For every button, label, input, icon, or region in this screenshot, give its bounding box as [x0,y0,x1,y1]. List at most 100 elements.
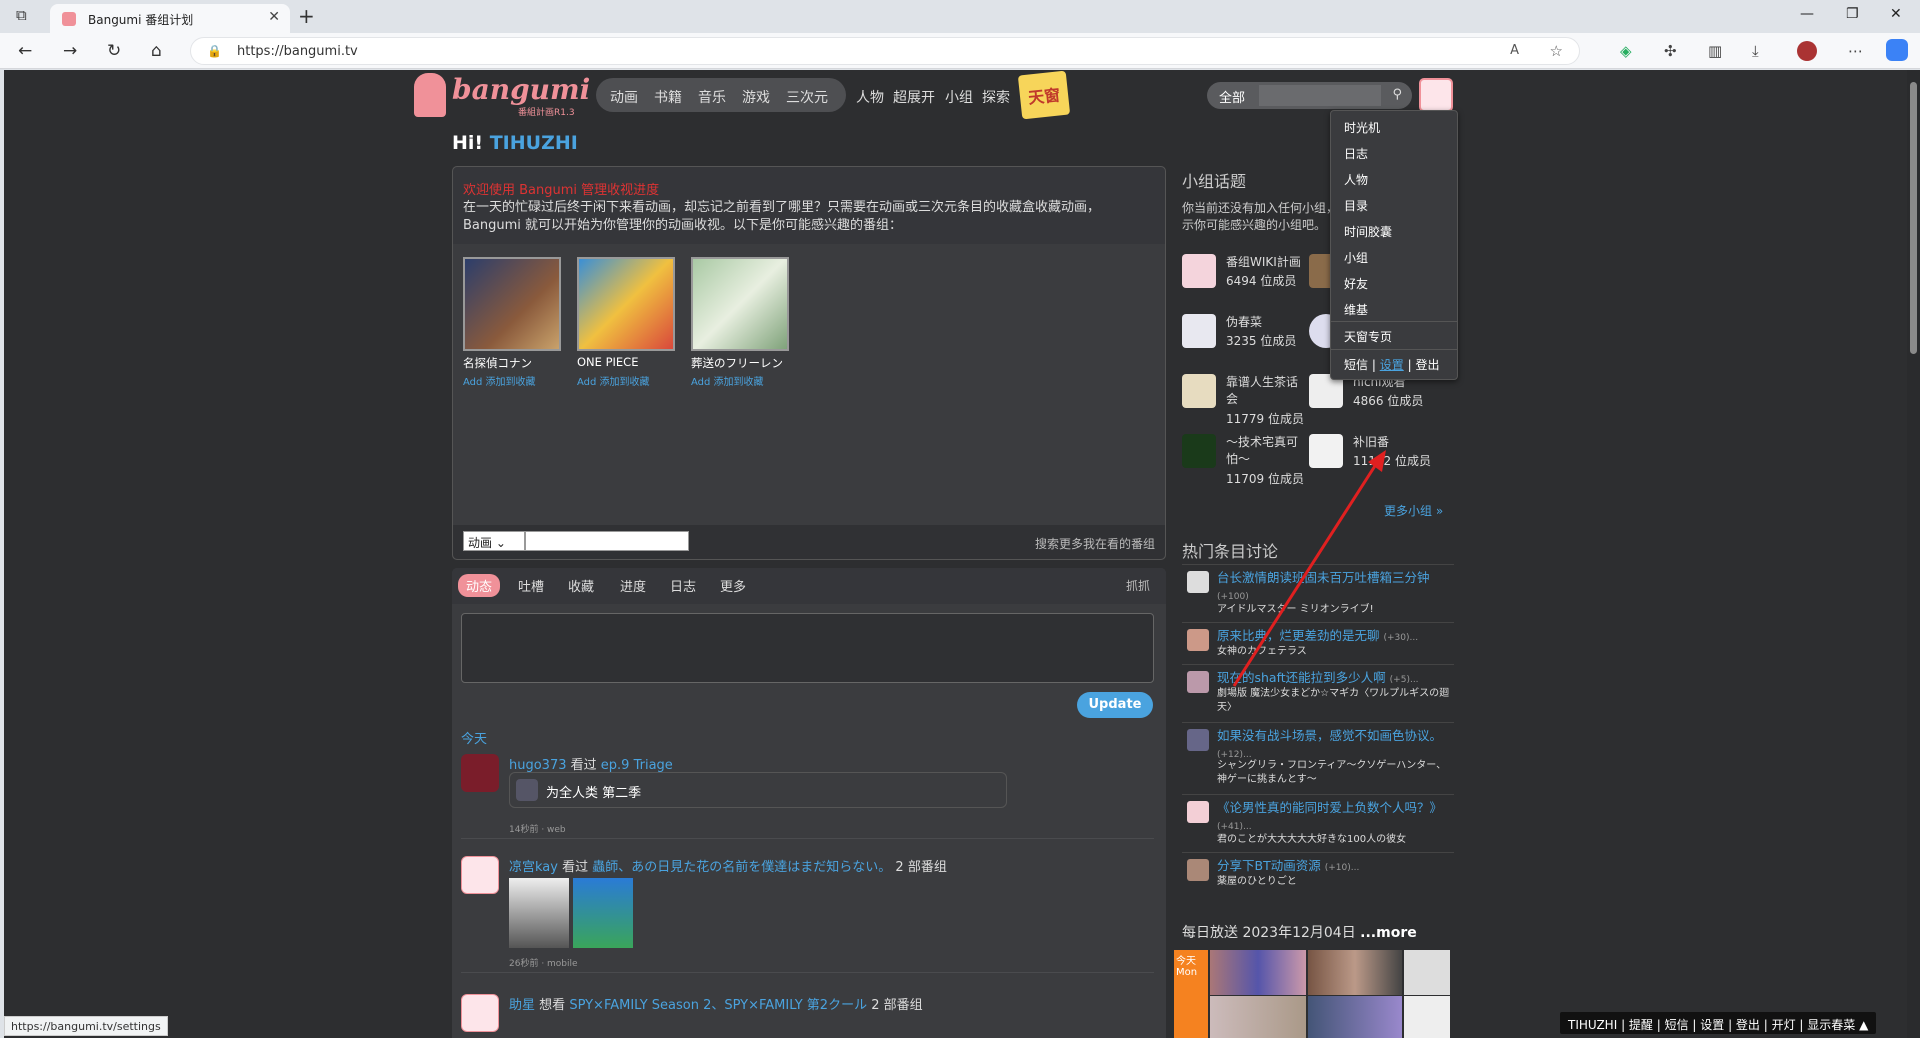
timeline-text: hugo373 看过 ep.9 Triage [509,758,673,773]
daily-thumb[interactable] [1404,996,1450,1038]
browser-tab[interactable]: Bangumi 番组计划 ✕ [50,4,290,33]
profile-avatar[interactable] [1797,41,1817,61]
menu-item-people[interactable]: 人物 [1344,171,1368,188]
user-link[interactable]: 助星 [509,998,535,1013]
menu-item-friends[interactable]: 好友 [1344,275,1368,292]
nav-groups[interactable]: 小组 [945,87,973,107]
episode-link[interactable]: ep.9 Triage [601,758,673,773]
tab-says[interactable]: 吐槽 [518,576,544,595]
nav-anime[interactable]: 动画 [610,87,638,107]
update-button[interactable]: Update [1077,692,1153,718]
subject-link[interactable]: 蟲師、あの日見た花の名前を僕達はまだ知らない。 [592,860,891,875]
nav-rakuen[interactable]: 超展开 [893,87,935,107]
home-icon[interactable]: ⌂ [151,41,162,61]
add-collection-link[interactable]: Add 添加到收藏 [691,373,764,388]
grab-link[interactable]: 抓抓 [1126,577,1150,594]
split-screen-icon[interactable]: ▥ [1708,42,1722,60]
user-avatar[interactable] [1419,78,1453,112]
add-collection-link[interactable]: Add 添加到收藏 [577,373,650,388]
cover-name[interactable]: 葬送のフリーレン [691,355,783,371]
tab-blog[interactable]: 日志 [670,576,696,595]
cover-name[interactable]: 名探偵コナン [463,355,532,371]
nav-real[interactable]: 三次元 [786,87,828,107]
tab-collections[interactable]: 收藏 [568,576,594,595]
cover-frieren[interactable] [691,257,789,351]
close-window-icon[interactable]: ✕ [1890,6,1902,22]
nav-games[interactable]: 游戏 [742,87,770,107]
topic-link[interactable]: 分享下BT动画资源 [1217,858,1321,873]
back-icon[interactable]: ← [18,41,32,61]
lock-icon[interactable]: 🔒 [207,44,222,58]
user-link[interactable]: 凉宫kay [509,860,558,875]
daily-thumb[interactable] [1404,950,1450,995]
menu-item-wiki[interactable]: 维基 [1344,301,1368,318]
tab-more[interactable]: 更多 [720,576,746,595]
scrollbar-thumb[interactable] [1910,82,1917,354]
subject-thumb[interactable] [509,878,569,948]
search-category[interactable]: 全部 [1219,87,1245,106]
copilot-icon[interactable] [1886,39,1908,61]
url-field[interactable]: 🔒 https://bangumi.tv A ☆ [190,37,1580,65]
topic-link[interactable]: 如果没有战斗场景，感觉不如画色协议。 [1217,728,1442,743]
more-groups-link[interactable]: 更多小组 » [1384,502,1443,519]
type-select[interactable]: 动画 ⌄ [463,531,525,551]
cover-conan[interactable] [463,257,561,351]
user-avatar[interactable] [461,856,499,894]
menu-item-index[interactable]: 目录 [1344,197,1368,214]
nav-explore[interactable]: 探索 [982,87,1010,107]
more-menu-icon[interactable]: ⋯ [1848,42,1863,60]
bottom-user-bar[interactable]: TIHUZHI | 提醒 | 短信 | 设置 | 登出 | 开灯 | 显示春菜 … [1560,1012,1877,1034]
shield-icon[interactable]: ◈ [1620,42,1632,60]
daily-thumb[interactable] [1308,950,1402,995]
search-more-link[interactable]: 搜索更多我在看的番组 [1035,535,1155,552]
search-icon[interactable]: ⚲ [1392,87,1402,102]
cover-onepiece[interactable] [577,257,675,351]
menu-divider [1331,321,1457,322]
nav-books[interactable]: 书籍 [654,87,682,107]
daily-more-link[interactable]: ...more [1360,925,1417,941]
restore-icon[interactable]: ❐ [1846,6,1859,22]
menu-logout-link[interactable]: 登出 [1415,358,1439,372]
reload-icon[interactable]: ↻ [107,41,121,61]
favorite-icon[interactable]: ☆ [1550,42,1563,60]
tab-progress[interactable]: 进度 [620,576,646,595]
minimize-icon[interactable]: — [1800,6,1814,22]
menu-settings-link[interactable]: 设置 [1380,358,1404,372]
tianchuang-badge[interactable]: 天窗 [1017,70,1071,120]
user-avatar[interactable] [461,994,499,1032]
menu-pm-link[interactable]: 短信 [1344,358,1368,372]
subject-search-input[interactable] [525,531,689,551]
daily-thumb[interactable] [1308,996,1402,1038]
extensions-icon[interactable]: ✣ [1664,42,1677,60]
search-input[interactable] [1259,85,1381,106]
user-link[interactable]: hugo373 [509,758,567,773]
daily-thumb[interactable] [1210,996,1306,1038]
status-textarea[interactable] [461,613,1154,683]
greeting-username[interactable]: TIHUZHI [490,132,578,154]
menu-item-tianchuang[interactable]: 天窗专页 [1344,328,1392,345]
subject-icon [1187,729,1209,751]
subject-thumb[interactable] [573,878,633,948]
close-tab-icon[interactable]: ✕ [268,9,280,25]
tab-updates[interactable]: 动态 [458,574,501,597]
subject-card[interactable]: 为全人类 第二季 [509,772,1007,808]
cover-name[interactable]: ONE PIECE [577,355,638,369]
page-scrollbar[interactable] [1907,70,1920,1038]
forward-icon[interactable]: → [63,41,77,61]
nav-music[interactable]: 音乐 [698,87,726,107]
topic-link[interactable]: 《论男性真的能同时爱上负数个人吗？》 [1217,800,1442,815]
menu-item-capsule[interactable]: 时间胶囊 [1344,223,1392,240]
downloads-icon[interactable]: ⤓ [1752,42,1759,60]
tab-actions-icon[interactable]: ⧉ [16,6,27,24]
subject-link[interactable]: SPY×FAMILY Season 2、SPY×FAMILY 第2クール [569,998,867,1013]
menu-item-groups[interactable]: 小组 [1344,249,1368,266]
new-tab-icon[interactable]: + [298,4,315,28]
daily-thumb[interactable] [1210,950,1306,995]
menu-item-blog[interactable]: 日志 [1344,145,1368,162]
nav-people[interactable]: 人物 [856,87,884,107]
read-aloud-icon[interactable]: A [1510,43,1519,58]
subject-icon [1187,859,1209,881]
menu-item-timemachine[interactable]: 时光机 [1344,119,1380,136]
user-avatar[interactable] [461,754,499,792]
add-collection-link[interactable]: Add 添加到收藏 [463,373,536,388]
